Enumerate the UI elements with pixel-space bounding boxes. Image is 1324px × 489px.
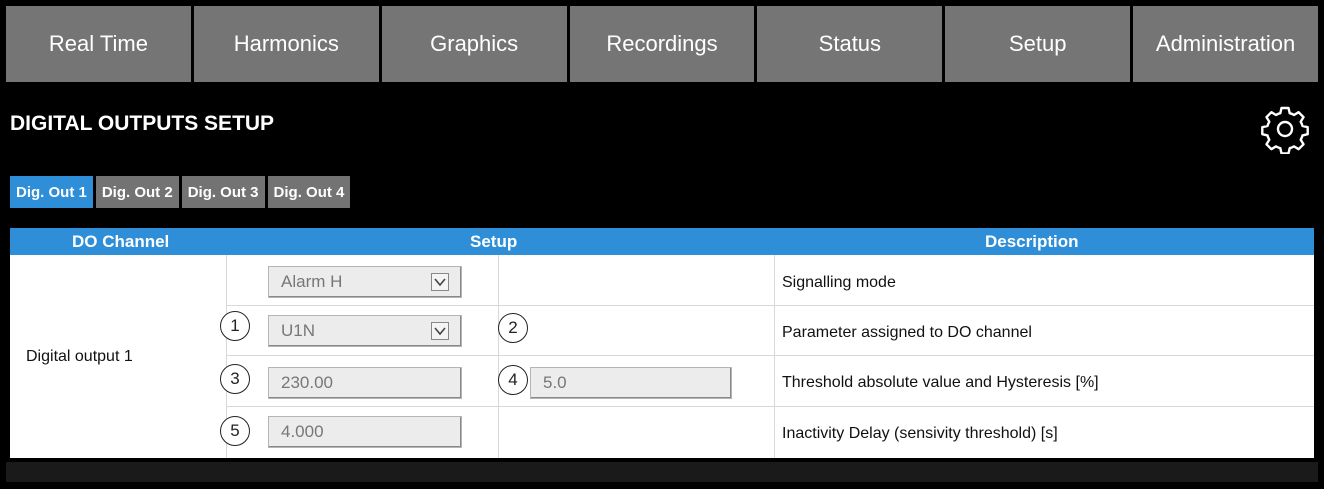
row-description: Threshold absolute value and Hysteresis … — [782, 374, 1099, 391]
header-setup: Setup — [470, 232, 518, 251]
nav-real-time[interactable]: Real Time — [6, 6, 191, 82]
callout-4: 4 — [498, 365, 528, 395]
digital-output-tabs: Dig. Out 1 Dig. Out 2 Dig. Out 3 Dig. Ou… — [10, 176, 351, 208]
do-setup-table: DO Channel Setup Description Digital out… — [10, 228, 1314, 458]
callout-2: 2 — [498, 313, 528, 343]
callout-1: 1 — [220, 311, 250, 341]
nav-recordings[interactable]: Recordings — [569, 6, 755, 82]
inactivity-delay-input[interactable]: 4.000 — [268, 416, 462, 448]
channel-label: Digital output 1 — [26, 348, 133, 365]
callout-5: 5 — [220, 416, 250, 446]
hysteresis-input[interactable]: 5.0 — [530, 367, 732, 399]
signalling-mode-select[interactable]: Alarm H — [268, 266, 462, 298]
table-header: DO Channel Setup Description — [10, 228, 1314, 255]
callout-3: 3 — [220, 364, 250, 394]
divider — [498, 255, 499, 458]
hysteresis-value: 5.0 — [543, 373, 567, 392]
divider — [226, 305, 1314, 306]
divider — [774, 255, 775, 458]
divider — [226, 355, 1314, 356]
signalling-mode-value: Alarm H — [281, 272, 343, 291]
threshold-input[interactable]: 230.00 — [268, 367, 462, 399]
chevron-down-icon[interactable] — [431, 273, 449, 291]
header-description: Description — [985, 232, 1079, 251]
gear-icon[interactable] — [1260, 104, 1310, 155]
page-title: DIGITAL OUTPUTS SETUP — [10, 112, 275, 135]
divider — [226, 406, 1314, 407]
parameter-value: U1N — [281, 321, 316, 340]
footer-bar — [6, 462, 1318, 482]
row-description: Inactivity Delay (sensivity threshold) [… — [782, 425, 1058, 442]
parameter-select[interactable]: U1N — [268, 315, 462, 347]
chevron-down-icon[interactable] — [431, 322, 449, 340]
tab-dig-out-3[interactable]: Dig. Out 3 — [181, 176, 265, 208]
threshold-value: 230.00 — [281, 373, 333, 392]
row-description: Signalling mode — [782, 274, 896, 291]
tab-dig-out-2[interactable]: Dig. Out 2 — [95, 176, 179, 208]
row-description: Parameter assigned to DO channel — [782, 324, 1032, 341]
nav-administration[interactable]: Administration — [1133, 6, 1319, 82]
nav-harmonics[interactable]: Harmonics — [193, 6, 379, 82]
tab-dig-out-4[interactable]: Dig. Out 4 — [267, 176, 351, 208]
main-nav: Real Time Harmonics Graphics Recordings … — [6, 6, 1319, 82]
nav-status[interactable]: Status — [757, 6, 943, 82]
header-do-channel: DO Channel — [72, 232, 170, 251]
nav-graphics[interactable]: Graphics — [381, 6, 567, 82]
tab-dig-out-1[interactable]: Dig. Out 1 — [10, 176, 93, 208]
nav-setup[interactable]: Setup — [945, 6, 1131, 82]
inactivity-delay-value: 4.000 — [281, 422, 324, 441]
